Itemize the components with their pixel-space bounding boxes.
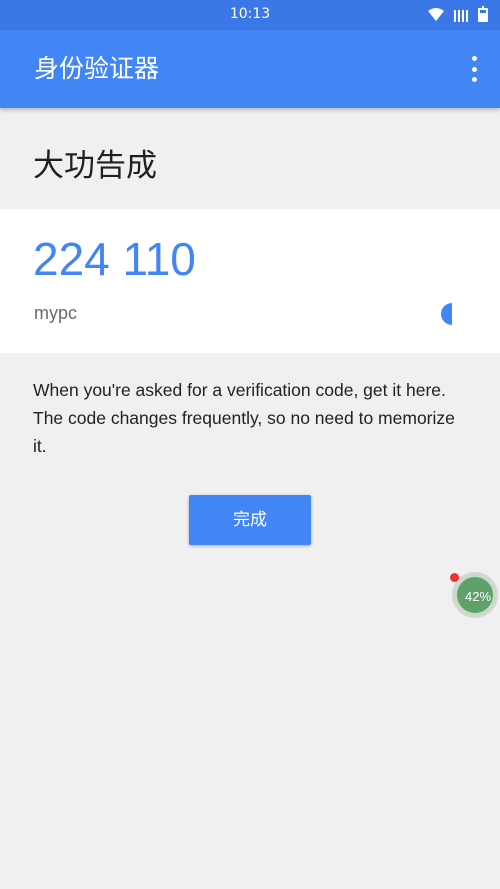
status-icons xyxy=(428,6,488,22)
floating-memory-widget[interactable]: 42% xyxy=(452,572,498,618)
more-vertical-icon[interactable] xyxy=(470,56,478,82)
countdown-timer-icon xyxy=(441,303,452,325)
status-time: 10:13 xyxy=(229,6,271,22)
account-name: mypc xyxy=(34,303,78,323)
battery-icon xyxy=(478,6,488,22)
memory-usage-label: 42% xyxy=(464,589,492,604)
verification-code: 224 110 xyxy=(33,233,196,285)
code-card[interactable]: 224 110 mypc xyxy=(0,209,500,353)
wifi-icon xyxy=(428,8,444,21)
success-title: 大功告成 xyxy=(33,148,157,184)
description-text: When you're asked for a verification cod… xyxy=(33,380,455,456)
notification-dot xyxy=(450,573,459,582)
app-title: 身份验证器 xyxy=(34,54,160,83)
status-bar: 10:13 xyxy=(0,0,500,30)
app-bar: 身份验证器 xyxy=(0,30,500,108)
done-button[interactable]: 完成 xyxy=(189,495,311,545)
signal-icon xyxy=(454,8,468,22)
memory-ball-icon: 42% xyxy=(457,577,493,613)
